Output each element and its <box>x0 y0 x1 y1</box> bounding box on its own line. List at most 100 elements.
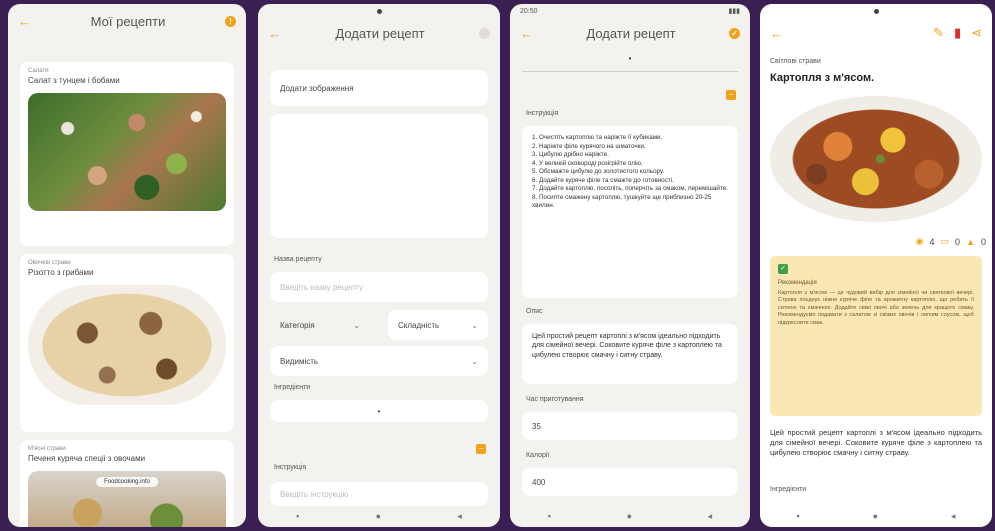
instructions-placeholder: Введіть інструкцію <box>280 489 349 499</box>
step-line: 2. Наріжте філе курячого на шматочки. <box>532 142 646 150</box>
recipe-image <box>770 96 982 222</box>
status-time: 20:50 <box>520 7 538 15</box>
delete-icon[interactable]: ▮ <box>954 25 961 41</box>
instructions-input[interactable]: Введіть інструкцію <box>270 482 488 506</box>
recipe-name: Салат з тунцем і бобами <box>28 76 120 85</box>
step-line: 4. У великій сковороді розігрійте олію. <box>532 159 643 167</box>
screen-add-recipe: ← Додати рецепт Додати зображення Назва … <box>258 4 500 527</box>
ingredients-label: Інгредієнти <box>274 384 311 391</box>
step-line: 6. Додайте куряче філе та смажте до гото… <box>532 176 674 184</box>
plus-icon: • <box>377 406 381 416</box>
back-arrow-icon[interactable]: ← <box>520 26 533 41</box>
views-count: 4 <box>929 236 935 247</box>
recommendation-title: Рекомендація <box>778 280 817 286</box>
image-placeholder[interactable] <box>270 114 488 238</box>
difficulty-label: Складність <box>398 320 440 330</box>
recipe-name-label: Назва рецепту <box>274 256 322 263</box>
app-bar: ← Додати рецепт ✓ <box>510 18 750 48</box>
page-title: Додати рецепт <box>586 25 676 41</box>
likes-count: 0 <box>980 236 986 247</box>
camera-dot <box>873 8 879 14</box>
home-icon[interactable]: ● <box>627 511 632 521</box>
back-icon[interactable]: ◂ <box>708 511 713 522</box>
recipe-name-input[interactable]: Введіть назву рецепту <box>270 272 488 302</box>
page-title: Додати рецепт <box>335 25 425 41</box>
edit-icon[interactable]: ✎ <box>933 25 944 41</box>
recipe-image <box>28 93 226 211</box>
recipe-card[interactable]: Овочеві страви Різотто з грибами <box>20 254 234 432</box>
stats-row: ◉ 4 ▭ 0 ▲ 0 <box>916 236 986 247</box>
status-bar <box>258 4 500 18</box>
screen-add-recipe-filled: 20:50 ▮▮▮ ← Додати рецепт ✓ • − Інструкц… <box>510 4 750 527</box>
like-icon[interactable]: ▲ <box>966 237 975 247</box>
back-icon[interactable]: ◂ <box>457 511 462 522</box>
difficulty-select[interactable]: Складність ⌄ <box>388 310 488 340</box>
comment-icon[interactable]: ▭ <box>941 236 950 247</box>
recipe-card[interactable]: Салати Салат з тунцем і бобами <box>20 62 234 246</box>
back-arrow-icon[interactable]: ← <box>18 14 31 29</box>
step-line: 8. Посипте смажену картоплю, тушкуйте ще… <box>532 193 712 210</box>
visibility-select[interactable]: Видимість ⌄ <box>270 346 488 376</box>
save-icon[interactable]: ✓ <box>729 27 740 39</box>
step-line: 7. Додайте картоплю, посоліть, поперчіть… <box>532 185 728 192</box>
back-icon[interactable]: ◂ <box>951 511 956 522</box>
recipe-title: Картопля з м'ясом. <box>770 72 875 84</box>
step-line: 5. Обсмажте цибулю до золотистого кольор… <box>532 168 665 175</box>
page-title: Мої рецепти <box>90 13 166 29</box>
add-ingredient-button[interactable]: • <box>270 400 488 422</box>
status-bar <box>760 4 992 18</box>
prep-time-value: 35 <box>532 421 541 431</box>
step-line: 1. Очистіть картоплю та наріжте її кубик… <box>532 134 663 141</box>
recents-icon[interactable]: ▪ <box>796 511 799 521</box>
camera-dot <box>376 8 382 14</box>
system-nav-bar: ▪ ● ◂ <box>510 505 750 527</box>
chevron-down-icon: ⌄ <box>471 356 478 366</box>
calories-value: 400 <box>532 477 546 487</box>
instructions-input[interactable]: 1. Очистіть картоплю та наріжте її кубик… <box>522 126 738 298</box>
recommendation-text: Картопля з м'ясом — це чудовий вибір для… <box>778 290 974 326</box>
prep-time-label: Час приготування <box>526 396 584 403</box>
home-icon[interactable]: ● <box>873 511 878 521</box>
ingredient-row[interactable]: • <box>522 54 738 72</box>
instructions-label: Інструкція <box>526 110 559 117</box>
instructions-label: Інструкція <box>274 464 307 471</box>
calories-input[interactable]: 400 <box>522 468 738 496</box>
recipe-name: Різотто з грибами <box>28 268 94 277</box>
visibility-label: Видимість <box>280 356 319 366</box>
category-select[interactable]: Категорія ⌄ <box>270 310 370 340</box>
chevron-down-icon: ⌄ <box>471 320 478 330</box>
add-image-button[interactable]: Додати зображення <box>270 70 488 106</box>
chevron-down-icon: ⌄ <box>353 320 360 330</box>
recipe-description: Цей простий рецепт картоплі з м'ясом іде… <box>770 428 982 458</box>
category-label: Категорія <box>280 320 315 330</box>
app-bar: ← ✎ ▮ ⋖ <box>760 18 992 48</box>
app-bar: ← Мої рецепти ! <box>8 4 246 38</box>
prep-time-input[interactable]: 35 <box>522 412 738 440</box>
recents-icon[interactable]: ▪ <box>548 511 551 521</box>
remove-icon[interactable]: − <box>476 444 486 454</box>
share-icon[interactable]: ⋖ <box>971 25 982 41</box>
comments-count: 0 <box>955 236 961 247</box>
status-bar: 20:50 ▮▮▮ <box>510 4 750 18</box>
recipe-name: Печеня куряча спеціі з овочами <box>28 454 146 463</box>
ingredients-label: Інгредієнти <box>770 486 807 493</box>
back-arrow-icon[interactable]: ← <box>268 26 281 41</box>
recommendation-icon: ✓ <box>778 264 788 274</box>
remove-icon[interactable]: − <box>726 90 736 100</box>
step-line: 3. Цибулю дрібно наріжте. <box>532 151 609 158</box>
screen-recipe-detail: ← ✎ ▮ ⋖ Світлові страви Картопля з м'ясо… <box>760 4 992 527</box>
recents-icon[interactable]: ▪ <box>296 511 299 521</box>
add-image-label: Додати зображення <box>280 83 354 93</box>
recipe-card[interactable]: М'ясні страви Печеня куряча спеціі з ово… <box>20 440 234 527</box>
system-nav-bar: ▪ ● ◂ <box>258 505 500 527</box>
recipe-name-placeholder: Введіть назву рецепту <box>280 282 363 292</box>
description-input[interactable]: Цей простий рецепт картоплі з м'ясом іде… <box>522 324 738 384</box>
info-icon[interactable]: ! <box>225 15 236 27</box>
back-arrow-icon[interactable]: ← <box>770 26 783 41</box>
save-icon[interactable] <box>479 27 490 39</box>
recommendation-box: ✓ Рекомендація Картопля з м'ясом — це чу… <box>770 256 982 416</box>
calories-label: Калорії <box>526 452 550 459</box>
recipe-category: Салати <box>28 68 49 74</box>
home-icon[interactable]: ● <box>376 511 381 521</box>
recipe-image: Foodcooking.info <box>28 471 226 527</box>
